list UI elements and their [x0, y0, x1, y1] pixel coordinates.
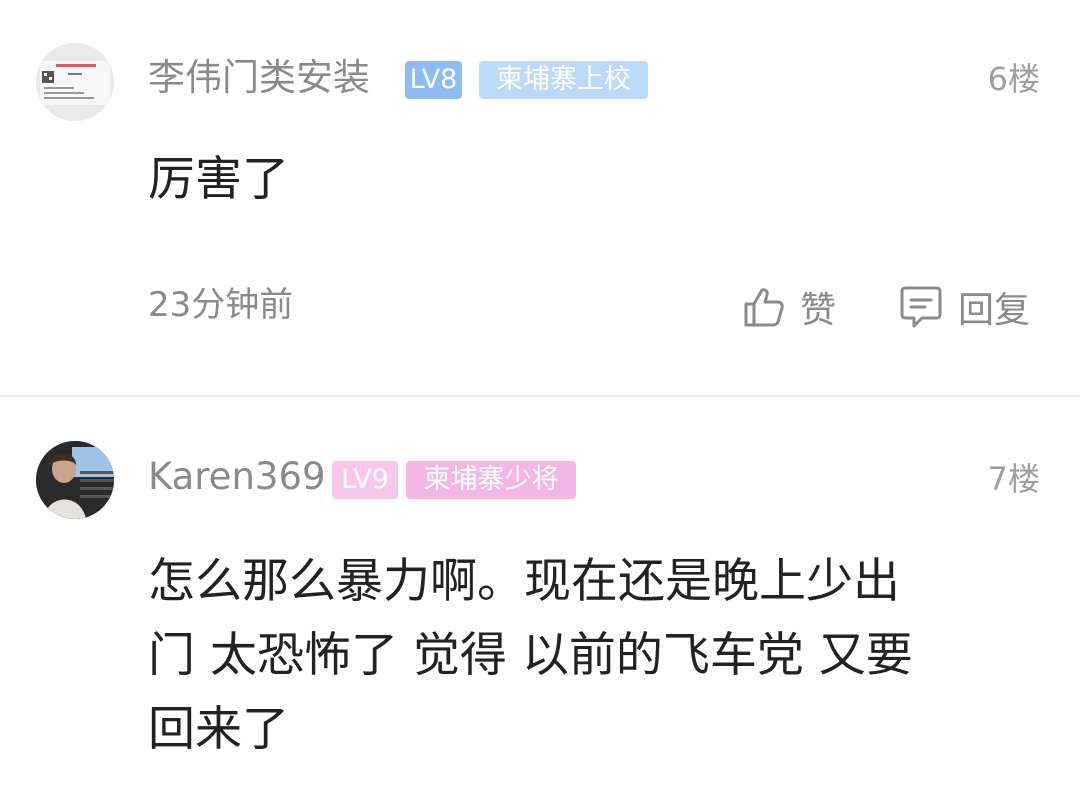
comment-text-line: 回来了: [148, 702, 289, 757]
rank-badge: 柬埔寨少将: [406, 461, 576, 499]
floor-number: 6楼: [987, 60, 1040, 98]
reply-button[interactable]: 回复: [898, 282, 1030, 332]
floor-number: 7楼: [987, 460, 1040, 498]
business-card-avatar-image: [36, 43, 114, 121]
like-label: 赞: [800, 290, 837, 331]
comment-text: 厉害了: [148, 152, 289, 207]
comment-bubble-icon: [900, 286, 942, 328]
comment-text-line: 怎么那么暴力啊。现在还是晚上少出: [148, 554, 900, 609]
level-badge: LV8: [405, 61, 462, 99]
person-photo-avatar-image: [36, 441, 114, 519]
comment-item-7: Karen369 LV9 柬埔寨少将 7楼 怎么那么暴力啊。现在还是晚上少出 门…: [0, 397, 1080, 800]
comment-text: 怎么那么暴力啊。现在还是晚上少出 门 太恐怖了 觉得 以前的飞车党 又要 回来了: [148, 545, 1028, 767]
avatar[interactable]: [36, 441, 114, 519]
comment-text-line: 门 太恐怖了 觉得 以前的飞车党 又要: [148, 628, 913, 683]
thumbs-up-icon: [744, 288, 784, 327]
like-button[interactable]: 赞: [742, 282, 836, 332]
username[interactable]: Karen369: [148, 455, 326, 499]
timestamp: 23分钟前: [148, 285, 294, 325]
comment-item-6: 李伟门类安装 LV8 柬埔寨上校 6楼 厉害了 23分钟前 赞 回复: [0, 0, 1080, 395]
avatar[interactable]: [36, 43, 114, 121]
reply-label: 回复: [958, 290, 1031, 331]
level-badge: LV9: [332, 461, 398, 499]
username[interactable]: 李伟门类安装: [148, 56, 370, 100]
rank-badge: 柬埔寨上校: [479, 61, 648, 99]
